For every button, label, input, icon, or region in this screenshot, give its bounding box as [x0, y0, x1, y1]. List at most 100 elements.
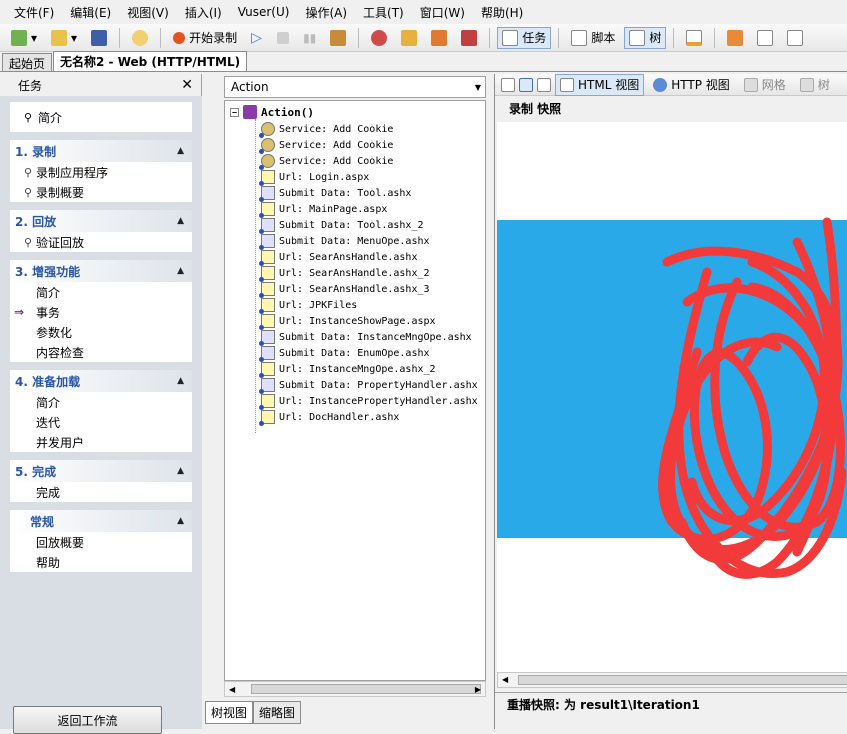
scrollbar-thumb[interactable] [251, 684, 481, 694]
menu-edit[interactable]: 编辑(E) [62, 2, 119, 23]
grid-view-button[interactable]: 网格 [739, 74, 791, 96]
section-header[interactable]: 2. 回放 ▲ [10, 210, 192, 232]
menu-actions[interactable]: 操作(A) [297, 2, 355, 23]
collapse-icon[interactable]: ▲ [177, 266, 184, 276]
collapse-box-icon[interactable]: − [230, 107, 239, 117]
task-intro-item[interactable]: ⚲ 简介 [10, 102, 192, 132]
menu-window[interactable]: 窗口(W) [412, 2, 473, 23]
transaction-end-button[interactable] [426, 27, 452, 49]
tree-horizontal-scrollbar[interactable]: ◀ ▶ [224, 681, 486, 697]
tree-snapshot-button[interactable]: 树 [795, 74, 835, 96]
tree-node[interactable]: Url: SearAnsHandle.ashx_2 [259, 265, 430, 282]
tab-tree-view[interactable]: 树视图 [205, 701, 254, 724]
menu-file[interactable]: 文件(F) [6, 2, 62, 23]
back-to-workflow-button[interactable]: 返回工作流 [13, 706, 162, 734]
snapshot-horizontal-scrollbar[interactable]: ◀ [497, 672, 847, 688]
tree-node[interactable]: Url: InstancePropertyHandler.ashx [259, 393, 478, 410]
task-item[interactable]: 并发用户 [10, 432, 192, 452]
tree-node[interactable]: Service: Add Cookie [259, 121, 393, 138]
output-window-button[interactable] [681, 27, 707, 49]
compile-button[interactable] [325, 27, 351, 49]
tree-root-node[interactable]: − Action() [230, 105, 314, 119]
section-header[interactable]: 常规 ▲ [10, 510, 192, 532]
task-item[interactable]: 简介 [10, 392, 192, 412]
transaction-start-button[interactable] [396, 27, 422, 49]
tasks-toggle-button[interactable]: 任务 [497, 26, 552, 49]
task-item[interactable]: 回放概要 [10, 532, 192, 552]
menu-view[interactable]: 视图(V) [119, 2, 177, 23]
save-button[interactable] [86, 27, 112, 49]
section-header[interactable]: 3. 增强功能 ▲ [10, 260, 192, 282]
tree-node[interactable]: Url: SearAnsHandle.ashx [259, 249, 417, 266]
tree-node[interactable]: Url: MainPage.aspx [259, 201, 387, 218]
section-header[interactable]: 5. 完成 ▲ [10, 460, 192, 482]
close-icon[interactable]: ✕ [181, 77, 193, 93]
task-item[interactable]: ⚲ 验证回放 [10, 232, 192, 252]
compare-snapshot-icon[interactable] [537, 77, 551, 92]
tree-node[interactable]: Submit Data: MenuOpe.ashx [259, 233, 430, 250]
collapse-icon[interactable]: ▲ [177, 516, 184, 526]
task-item[interactable]: 帮助 [10, 552, 192, 572]
scroll-left-icon[interactable]: ◀ [502, 675, 508, 684]
tree-node[interactable]: Url: DocHandler.ashx [259, 409, 399, 426]
stop-button[interactable] [272, 27, 294, 49]
pause-button[interactable]: ▮▮ [298, 27, 321, 49]
collapse-icon[interactable]: ▲ [177, 466, 184, 476]
tree-node[interactable]: Service: Add Cookie [259, 153, 393, 170]
collapse-icon[interactable]: ▲ [177, 376, 184, 386]
collapse-icon[interactable]: ▲ [177, 146, 184, 156]
scrollbar-thumb[interactable] [518, 675, 847, 685]
find-button[interactable] [127, 27, 153, 49]
collapse-icon[interactable]: ▲ [177, 216, 184, 226]
task-item[interactable]: ⚲ 录制应用程序 [10, 162, 192, 182]
tree-node[interactable]: Url: InstanceMngOpe.ashx_2 [259, 361, 436, 378]
http-view-button[interactable]: HTTP 视图 [648, 74, 735, 96]
tree-node[interactable]: Submit Data: Tool.ashx_2 [259, 217, 424, 234]
tree-node[interactable]: Submit Data: Tool.ashx [259, 185, 411, 202]
tree-node[interactable]: Submit Data: PropertyHandler.ashx [259, 377, 478, 394]
tab-script[interactable]: 无名称2 - Web (HTTP/HTML) [53, 51, 248, 71]
tree-node[interactable]: Url: InstanceShowPage.aspx [259, 313, 436, 330]
tree-node[interactable]: Url: JPKFiles [259, 297, 357, 314]
tab-start-page[interactable]: 起始页 [2, 53, 53, 71]
tree-node[interactable]: Service: Add Cookie [259, 137, 393, 154]
scroll-right-icon[interactable]: ▶ [475, 685, 481, 694]
new-script-button[interactable]: ▾ [6, 27, 42, 49]
run-button[interactable]: ▷ [246, 27, 268, 49]
tab-thumbnail-view[interactable]: 缩略图 [253, 701, 302, 724]
task-item[interactable]: 简介 [10, 282, 192, 302]
script-view-button[interactable]: 脚本 [566, 27, 620, 49]
chevron-down-icon[interactable]: ▼ [475, 83, 481, 92]
section-header[interactable]: 4. 准备加载 ▲ [10, 370, 192, 392]
action-select[interactable]: Action ▼ [224, 76, 486, 98]
tree-node[interactable]: Submit Data: EnumOpe.ashx [259, 345, 430, 362]
scroll-left-icon[interactable]: ◀ [225, 685, 235, 694]
start-record-button[interactable]: 开始录制 [168, 27, 242, 49]
task-item-current[interactable]: ⇒ 事务 [10, 302, 192, 322]
insert-step-button[interactable] [366, 27, 392, 49]
menu-insert[interactable]: 插入(I) [177, 2, 230, 23]
task-item[interactable]: 迭代 [10, 412, 192, 432]
task-item[interactable]: 参数化 [10, 322, 192, 342]
tree-node[interactable]: Url: SearAnsHandle.ashx_3 [259, 281, 430, 298]
parameter-button[interactable] [752, 27, 778, 49]
html-view-button[interactable]: HTML 视图 [555, 73, 645, 96]
tree-node[interactable]: Submit Data: InstanceMngOpe.ashx [259, 329, 472, 346]
tree-view-button[interactable]: 树 [624, 26, 667, 49]
script-label: 脚本 [591, 31, 616, 45]
section-title: 常规 [30, 514, 55, 529]
copy-button[interactable] [782, 27, 808, 49]
task-item[interactable]: 完成 [10, 482, 192, 502]
menu-vuser[interactable]: Vuser(U) [230, 3, 298, 21]
task-item[interactable]: 内容检查 [10, 342, 192, 362]
menu-help[interactable]: 帮助(H) [473, 2, 531, 23]
recording-snapshot-icon[interactable] [501, 77, 515, 92]
open-button[interactable]: ▾ [46, 27, 82, 49]
tree-node[interactable]: Url: Login.aspx [259, 169, 369, 186]
section-header[interactable]: 1. 录制 ▲ [10, 140, 192, 162]
compare-button[interactable] [722, 27, 748, 49]
replay-snapshot-icon[interactable] [519, 77, 533, 92]
task-item[interactable]: ⚲ 录制概要 [10, 182, 192, 202]
menu-tools[interactable]: 工具(T) [355, 2, 412, 23]
rendezvous-button[interactable] [456, 27, 482, 49]
